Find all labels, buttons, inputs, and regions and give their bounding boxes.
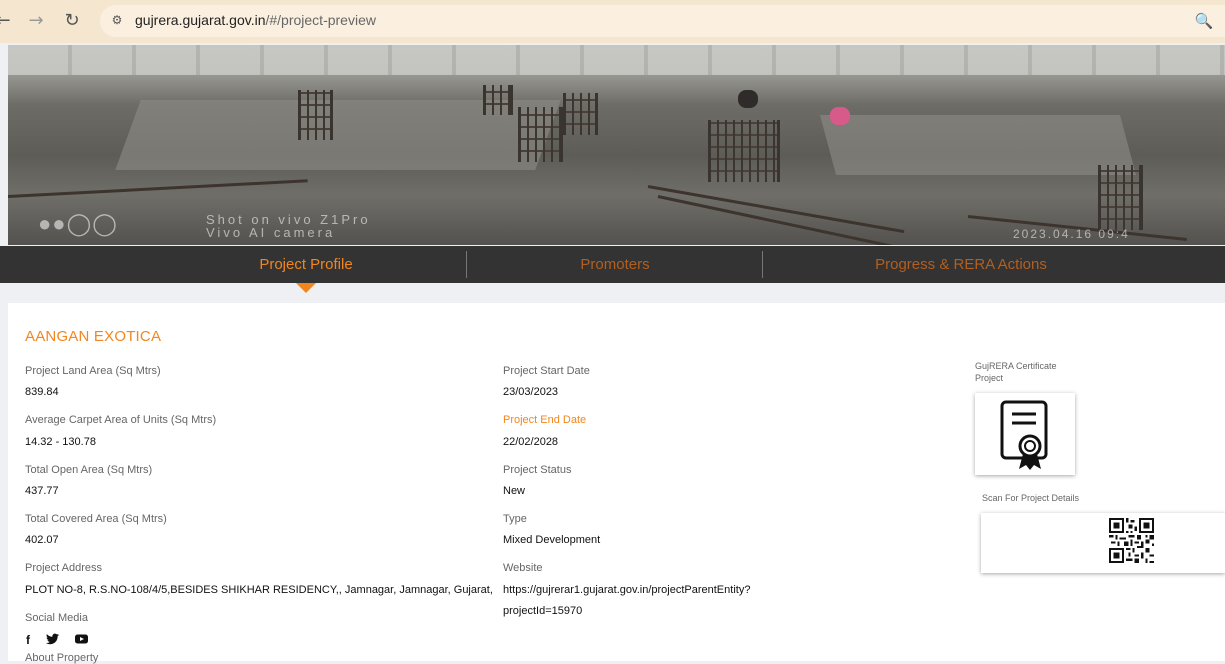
banner-slab <box>819 115 1137 175</box>
youtube-icon[interactable] <box>74 633 88 647</box>
carpet-area-label: Average Carpet Area of Units (Sq Mtrs) <box>25 414 217 426</box>
status-value: New <box>503 485 526 497</box>
address-value: PLOT NO-8, R.S.NO-108/4/5,BESIDES SHIKHA… <box>25 584 493 596</box>
banner-worker <box>738 90 758 108</box>
banner-rebar-cage <box>483 85 513 115</box>
certificate-label-line1: GujRERA Certificate <box>975 361 1057 371</box>
project-banner-photo: ●●◯◯ Shot on vivo Z1Pro Vivo AI camera 2… <box>8 45 1225 245</box>
open-area-value: 437.77 <box>25 485 59 497</box>
open-area-label: Total Open Area (Sq Mtrs) <box>25 464 153 476</box>
camera-watermark: ●●◯◯ Shot on vivo Z1Pro Vivo AI camera <box>38 211 371 240</box>
banner-rebar-cage <box>708 120 780 182</box>
project-name: AANGAN EXOTICA <box>25 328 162 345</box>
qr-code-panel[interactable] <box>981 513 1225 573</box>
banner-rebar-cage <box>1098 165 1143 230</box>
website-link-line1[interactable]: https://gujrerar1.gujarat.gov.in/project… <box>503 584 750 596</box>
covered-area-value: 402.07 <box>25 534 59 546</box>
certificate-button[interactable] <box>975 393 1075 475</box>
certificate-icon <box>1000 400 1048 470</box>
banner-rebar-cage <box>563 93 598 135</box>
tab-project-profile[interactable]: Project Profile <box>156 246 456 283</box>
banner-worker <box>830 107 850 125</box>
tab-progress-rera-actions[interactable]: Progress & RERA Actions <box>766 246 1156 283</box>
address-label: Project Address <box>25 562 103 574</box>
project-tabbar: Project Profile Promoters Progress & RER… <box>0 246 1225 283</box>
about-property-label: About Property <box>25 652 99 664</box>
banner-rebar <box>647 185 905 234</box>
back-arrow-icon[interactable]: ← <box>0 10 14 32</box>
banner-rebar <box>657 195 894 245</box>
type-label: Type <box>503 513 527 525</box>
site-info-icon[interactable]: ⚙ <box>108 11 126 29</box>
land-area-label: Project Land Area (Sq Mtrs) <box>25 365 161 377</box>
url-path: /#/project-preview <box>265 12 376 28</box>
certificate-label: GujRERA Certificate Project <box>975 360 1085 384</box>
certificate-label-line2: Project <box>975 373 1004 383</box>
carpet-area-value: 14.32 - 130.78 <box>25 436 96 448</box>
tab-promoters[interactable]: Promoters <box>470 246 760 283</box>
end-date-value: 22/02/2028 <box>503 436 559 448</box>
banner-rebar <box>8 179 308 198</box>
website-link-line2[interactable]: projectId=15970 <box>503 605 582 617</box>
tab-divider <box>466 251 467 278</box>
forward-arrow-icon[interactable]: → <box>25 10 47 32</box>
website-label: Website <box>503 562 543 574</box>
land-area-value: 839.84 <box>25 386 59 398</box>
banner-rebar-cage <box>518 107 563 162</box>
photo-timestamp: 2023.04.16 09:4 <box>1013 227 1130 241</box>
tab-divider <box>762 251 763 278</box>
reload-icon[interactable]: ↻ <box>61 10 83 32</box>
active-tab-caret <box>296 283 316 293</box>
facebook-icon[interactable]: f <box>21 633 35 647</box>
scan-label: Scan For Project Details <box>982 493 1080 503</box>
start-date-label: Project Start Date <box>503 365 590 377</box>
url-text[interactable]: gujrera.gujarat.gov.in/#/project-preview <box>135 12 376 28</box>
start-date-value: 23/03/2023 <box>503 386 559 398</box>
url-host: gujrera.gujarat.gov.in <box>135 12 266 28</box>
type-value: Mixed Development <box>503 534 601 546</box>
qr-code-icon <box>1109 518 1154 563</box>
project-profile-card <box>8 303 1225 661</box>
twitter-icon[interactable] <box>45 633 59 647</box>
social-media-label: Social Media <box>25 612 88 624</box>
banner-rebar-cage <box>298 90 333 140</box>
vivo-logo: ●●◯◯ <box>38 211 118 236</box>
watermark-line2: Vivo AI camera <box>206 225 336 240</box>
covered-area-label: Total Covered Area (Sq Mtrs) <box>25 513 167 525</box>
banner-wall <box>8 45 1225 75</box>
zoom-icon[interactable]: 🔍 <box>1194 11 1214 31</box>
end-date-label: Project End Date <box>503 414 587 426</box>
status-label: Project Status <box>503 464 572 476</box>
